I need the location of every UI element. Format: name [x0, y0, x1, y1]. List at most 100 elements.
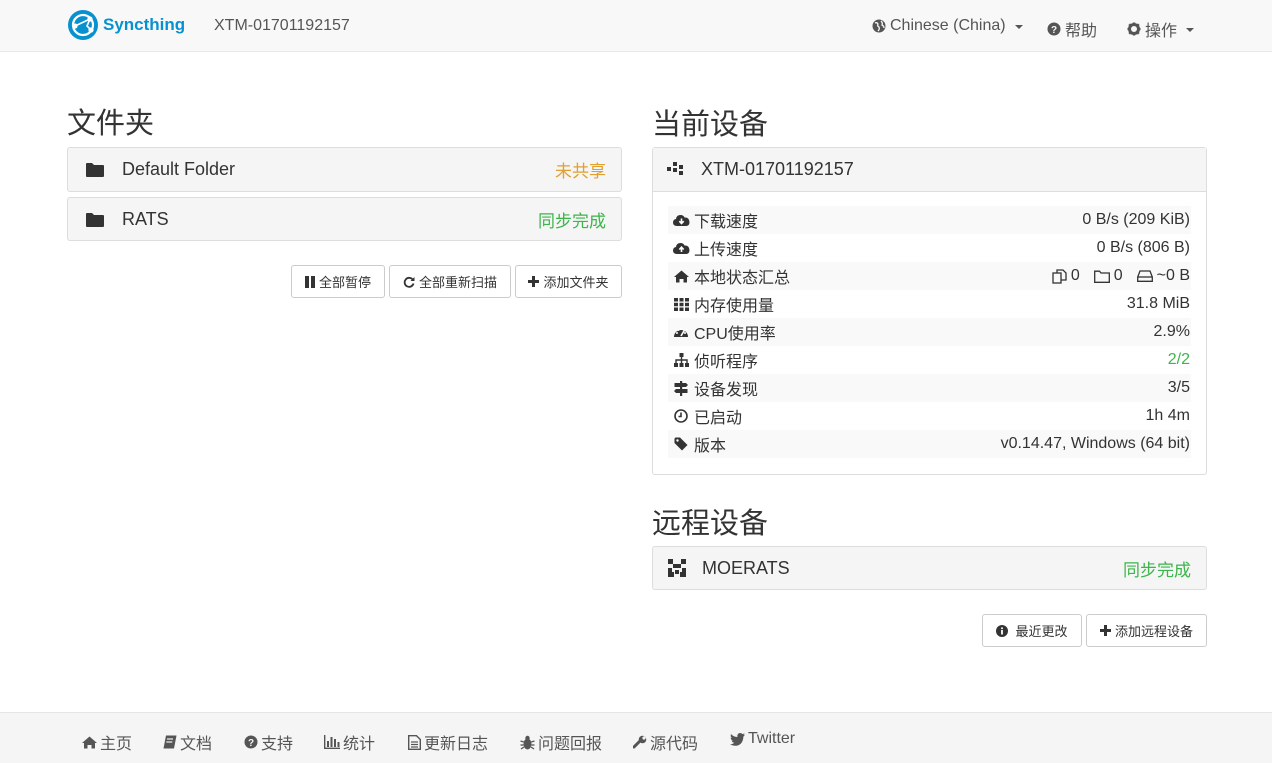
help-label: 帮助 [1065, 23, 1098, 40]
stat-label: CPU使用率 [694, 326, 776, 343]
gear-icon [1127, 22, 1141, 36]
uptime-row: 已启动 1h 4m [668, 402, 1191, 430]
stat-value: 2.9% [1153, 323, 1190, 340]
remote-device-label: MOERATS [702, 557, 790, 578]
stat-value: 0 B/s (806 B) [1096, 239, 1190, 256]
wrench-icon [633, 735, 647, 749]
footer-changelog-label: 更新日志 [424, 736, 489, 753]
footer-bugs-link[interactable]: 问题回报 [520, 730, 602, 754]
pause-all-button[interactable]: 全部暂停 [291, 265, 385, 298]
this-device-panel: XTM-01701192157 下载速度 0 B/s (209 KiB) 上传速… [652, 147, 1207, 475]
add-folder-button[interactable]: 添加文件夹 [515, 265, 622, 298]
home-icon [82, 736, 97, 748]
footer-support-link[interactable]: ? 支持 [244, 730, 293, 754]
stat-value: 0 B/s (209 KiB) [1082, 211, 1190, 228]
pause-icon [304, 275, 315, 288]
folder-icon [86, 212, 104, 227]
stat-label: 已启动 [694, 410, 743, 427]
stat-label: 设备发现 [694, 382, 759, 399]
brand-logo[interactable]: Syncthing [67, 9, 185, 41]
folders-title: 文件夹 [67, 108, 155, 140]
files-count: 0 [1070, 267, 1080, 284]
folder-row-default[interactable]: Default Folder 未共享 [67, 147, 622, 192]
this-device-title: 当前设备 [652, 109, 769, 141]
stat-label: 下载速度 [694, 214, 759, 231]
folder-row-rats[interactable]: RATS 同步完成 [67, 197, 622, 241]
stat-value: 1h 4m [1145, 407, 1190, 424]
hdd-icon [1136, 270, 1153, 282]
help-menu[interactable]: ? 帮助 [1047, 17, 1097, 41]
footer-twitter-link[interactable]: Twitter [730, 730, 795, 748]
footer-stats-label: 统计 [343, 736, 376, 753]
device-identicon-icon [668, 559, 686, 577]
folder-outline-icon [1093, 270, 1110, 283]
recent-changes-button[interactable]: 最近更改 [982, 614, 1082, 647]
folder-label: Default Folder [122, 159, 236, 179]
bar-chart-icon [324, 735, 340, 749]
footer-source-link[interactable]: 源代码 [633, 730, 698, 754]
clock-icon [672, 408, 690, 424]
svg-text:?: ? [248, 738, 254, 749]
home-icon [672, 268, 690, 284]
device-stats-table: 下载速度 0 B/s (209 KiB) 上传速度 0 B/s (806 B) … [668, 206, 1191, 458]
chevron-down-icon [1014, 25, 1023, 29]
cloud-download-icon [672, 212, 690, 228]
footer-bugs-label: 问题回报 [538, 736, 603, 753]
discovery-row: 设备发现 3/5 [668, 374, 1191, 402]
cpu-row: CPU使用率 2.9% [668, 318, 1191, 346]
local-state-value: 0 0 ~0 B [1052, 267, 1190, 285]
pause-all-label: 全部暂停 [318, 275, 371, 290]
stat-label: 侦听程序 [694, 354, 759, 371]
rescan-all-button[interactable]: 全部重新扫描 [389, 265, 511, 298]
chevron-down-icon [1186, 28, 1195, 32]
syncthing-logo-icon [68, 10, 98, 40]
plus-icon [528, 276, 540, 287]
remote-device-status: 同步完成 [1123, 560, 1191, 580]
folder-icon [86, 163, 104, 177]
stat-value: 2/2 [1167, 351, 1190, 368]
remote-devices-title: 远程设备 [652, 508, 769, 540]
size-value: ~0 B [1156, 267, 1190, 284]
footer-changelog-link[interactable]: 更新日志 [408, 730, 488, 754]
navbar: Syncthing XTM-01701192157 Chinese (China… [0, 0, 1272, 52]
stat-value: 31.8 MiB [1126, 295, 1190, 312]
footer-home-label: 主页 [100, 736, 133, 753]
download-rate-row: 下载速度 0 B/s (209 KiB) [668, 206, 1191, 234]
upload-rate-row: 上传速度 0 B/s (806 B) [668, 234, 1191, 262]
actions-label: 操作 [1145, 23, 1178, 40]
this-device-header[interactable]: XTM-01701192157 [653, 148, 1206, 192]
globe-icon [872, 19, 886, 33]
dashboard-icon [672, 324, 690, 340]
add-remote-device-label: 添加远程设备 [1114, 624, 1193, 639]
add-remote-device-button[interactable]: 添加远程设备 [1086, 614, 1207, 647]
stat-label: 内存使用量 [694, 298, 775, 315]
nav-device-name: XTM-01701192157 [214, 17, 350, 34]
footer-support-label: 支持 [261, 736, 294, 753]
footer-home-link[interactable]: 主页 [82, 730, 132, 754]
folder-status: 未共享 [555, 162, 606, 181]
remote-device-row-moerats[interactable]: MOERATS 同步完成 [652, 546, 1207, 590]
footer: 主页 文档 ? 支持 统计 更新日志 问题回报 源代码 Twitter [0, 712, 1272, 763]
grid-icon [672, 296, 690, 312]
folder-status: 同步完成 [538, 211, 606, 231]
twitter-icon [730, 732, 745, 746]
question-circle-icon: ? [1047, 22, 1061, 36]
footer-docs-link[interactable]: 文档 [163, 730, 212, 754]
signpost-icon [672, 380, 690, 396]
info-circle-icon [996, 624, 1009, 637]
footer-twitter-label: Twitter [748, 730, 796, 747]
footer-stats-link[interactable]: 统计 [324, 730, 375, 754]
stat-label: 上传速度 [694, 242, 759, 259]
actions-menu[interactable]: 操作 [1127, 17, 1195, 41]
listeners-row: 侦听程序 2/2 [668, 346, 1191, 374]
sitemap-icon [672, 352, 690, 368]
footer-source-label: 源代码 [650, 736, 699, 753]
tag-icon [672, 436, 690, 452]
language-dropdown[interactable]: Chinese (China) [872, 17, 1023, 35]
local-state-row: 本地状态汇总 0 0 ~0 B [668, 262, 1191, 290]
stat-value: 3/5 [1167, 379, 1190, 396]
dirs-count: 0 [1113, 267, 1123, 284]
brand-name: Syncthing [103, 15, 186, 34]
rescan-all-label: 全部重新扫描 [418, 275, 497, 290]
add-folder-label: 添加文件夹 [543, 275, 609, 290]
